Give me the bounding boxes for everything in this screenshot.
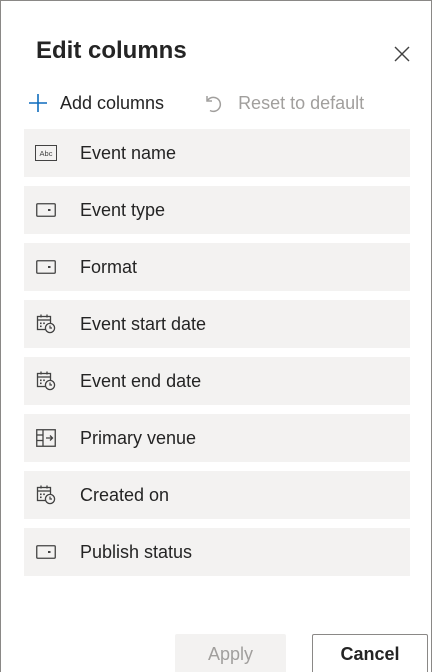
column-label: Event end date (80, 370, 202, 391)
column-item-created-on[interactable]: Created on (24, 471, 410, 519)
panel-title: Edit columns (36, 37, 187, 64)
svg-text:Abc: Abc (40, 149, 53, 158)
column-item-event-name[interactable]: Abc Event name (24, 129, 410, 177)
column-label: Publish status (80, 541, 193, 562)
close-icon[interactable] (391, 43, 413, 65)
calendar-clock-icon (35, 370, 57, 392)
column-item-event-end-date[interactable]: Event end date (24, 357, 410, 405)
calendar-clock-icon (35, 484, 57, 506)
column-label: Primary venue (80, 427, 197, 448)
undo-icon (200, 91, 224, 115)
lookup-icon (35, 427, 57, 449)
column-item-format[interactable]: Format (24, 243, 410, 291)
add-columns-button[interactable]: Add columns (26, 89, 164, 117)
toolbar: Add columns Reset to default (26, 89, 364, 117)
edit-columns-panel: Edit columns Add columns Reset to defaul… (0, 0, 432, 672)
columns-list: Abc Event name Event type Format Event s… (24, 129, 410, 585)
column-label: Event name (80, 142, 177, 163)
column-label: Event type (80, 199, 166, 220)
option-set-icon (35, 199, 57, 221)
option-set-icon (35, 541, 57, 563)
option-set-icon (35, 256, 57, 278)
calendar-clock-icon (35, 313, 57, 335)
column-label: Format (80, 256, 138, 277)
column-item-event-type[interactable]: Event type (24, 186, 410, 234)
plus-icon (26, 91, 50, 115)
column-item-event-start-date[interactable]: Event start date (24, 300, 410, 348)
column-label: Event start date (80, 313, 207, 334)
column-label: Created on (80, 484, 170, 505)
cancel-button[interactable]: Cancel (312, 634, 428, 672)
reset-label: Reset to default (238, 92, 365, 113)
add-columns-label: Add columns (60, 92, 165, 113)
apply-button[interactable]: Apply (175, 634, 286, 672)
column-item-publish-status[interactable]: Publish status (24, 528, 410, 576)
column-item-primary-venue[interactable]: Primary venue (24, 414, 410, 462)
reset-to-default-button[interactable]: Reset to default (200, 89, 364, 117)
text-field-icon: Abc (35, 142, 57, 164)
